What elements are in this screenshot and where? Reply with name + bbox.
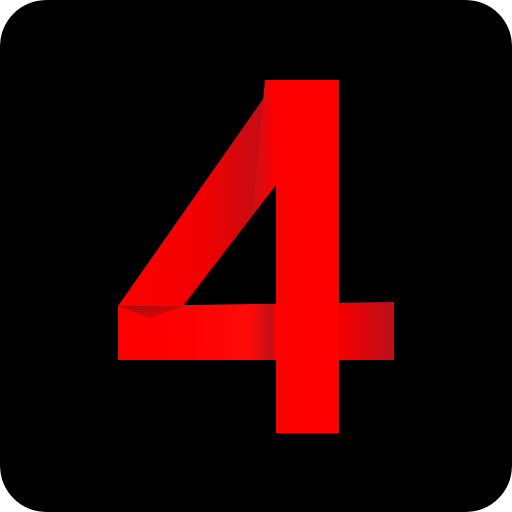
icon-background — [0, 0, 512, 512]
number-four-icon — [0, 0, 512, 512]
app-icon-tile — [0, 0, 512, 512]
digit-vertical-stem — [276, 80, 339, 433]
